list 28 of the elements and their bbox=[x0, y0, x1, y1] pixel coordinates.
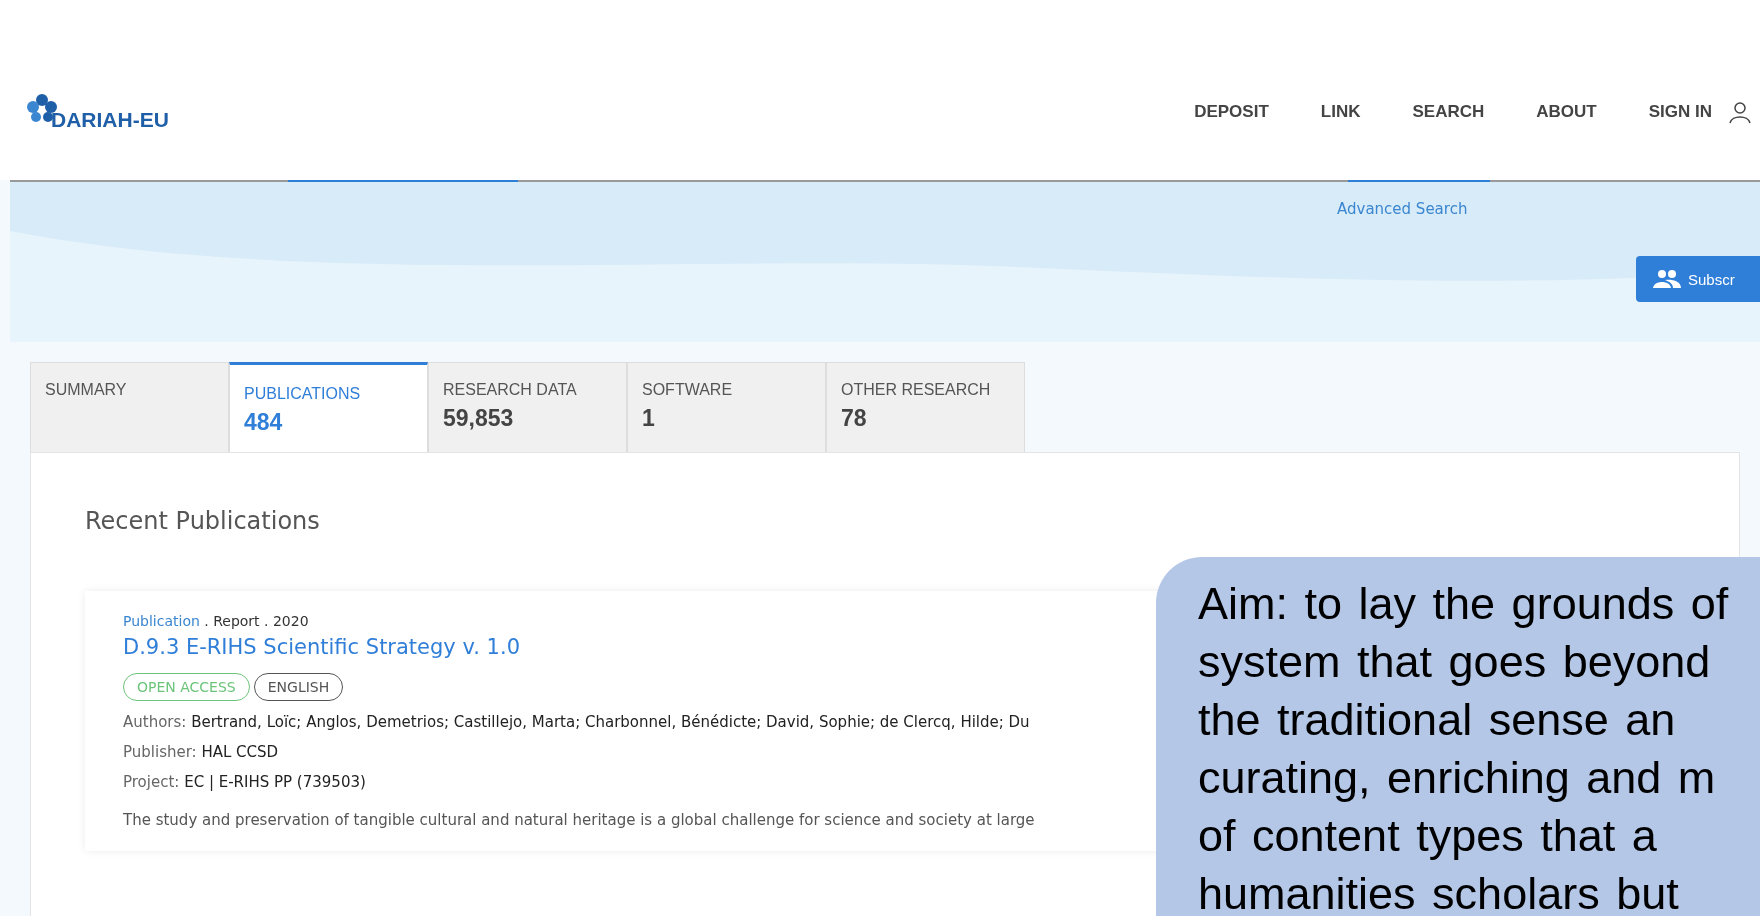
people-icon bbox=[1652, 269, 1682, 289]
result-field: Project: EC | E-RIHS PP (739503) bbox=[123, 773, 366, 791]
tab[interactable]: OTHER RESEARCH 78 bbox=[826, 362, 1025, 452]
tab[interactable]: SUMMARY bbox=[30, 362, 229, 452]
result-title-link[interactable]: D.9.3 E-RIHS Scientific Strategy v. 1.0 bbox=[123, 635, 520, 659]
abstract-text: The study and preservation of tangible cultural and natural heritage is a global challenge for science and society at large bbox=[123, 811, 1035, 829]
nav-link[interactable]: DEPOSIT bbox=[1194, 102, 1269, 122]
subscribe-button[interactable]: Subscr bbox=[1636, 256, 1760, 302]
section-title: Recent Publications bbox=[85, 507, 321, 535]
callout-text: Aim: to lay the grounds of bbox=[1198, 577, 1730, 631]
tab[interactable]: SOFTWARE 1 bbox=[627, 362, 826, 452]
callout-text: humanities scholars but bbox=[1198, 867, 1680, 916]
nav-link[interactable]: SEARCH bbox=[1412, 102, 1485, 122]
callout-text: the traditional sense an bbox=[1198, 693, 1677, 747]
logo-text[interactable]: DARIAH-EU bbox=[51, 108, 169, 132]
result-meta: . Report . 2020 bbox=[203, 613, 309, 629]
nav-link[interactable]: LINK bbox=[1320, 102, 1361, 122]
result-field: Publisher: HAL CCSD bbox=[123, 743, 279, 761]
nav-link[interactable]: ABOUT bbox=[1536, 102, 1597, 122]
tab[interactable]: PUBLICATIONS 484 bbox=[229, 362, 428, 452]
callout-text: of content types that a bbox=[1198, 809, 1658, 863]
result-field: Authors: Bertrand, Loïc; Anglos, Demetrios; Castillejo, Marta; Charbonnel, Bénédicte; David, Sophie; de Clercq, Hilde; Du bbox=[123, 713, 1030, 731]
type-link[interactable]: Publication bbox=[123, 613, 200, 629]
callout-text: system that goes beyond bbox=[1198, 635, 1712, 689]
user-icon[interactable] bbox=[1728, 100, 1752, 124]
callout-text: curating, enriching and m bbox=[1198, 751, 1717, 805]
sign-in-link[interactable]: SIGN IN bbox=[1648, 102, 1712, 122]
tab[interactable]: RESEARCH DATA 59,853 bbox=[428, 362, 627, 452]
